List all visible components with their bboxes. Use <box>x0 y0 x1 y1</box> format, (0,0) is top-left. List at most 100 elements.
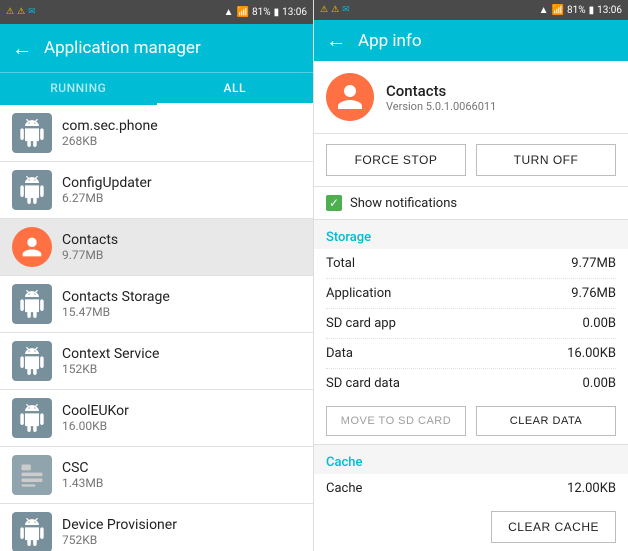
time-left: 13:06 <box>282 7 307 18</box>
app-name-contacts-storage: Contacts Storage <box>62 289 301 305</box>
app-size-phone: 268KB <box>62 134 301 148</box>
left-header-title: Application manager <box>44 38 201 58</box>
left-status-right: ▲ 📶 81% ▮ 13:06 <box>224 7 307 18</box>
turn-off-button[interactable]: TURN OFF <box>476 144 616 176</box>
warning-icon-1: ⚠ <box>6 7 14 17</box>
app-info-phone: com.sec.phone 268KB <box>62 118 301 148</box>
app-icon-phone <box>12 113 52 153</box>
app-detail-version: Version 5.0.1.0066011 <box>386 100 496 113</box>
app-size-contacts-storage: 15.47MB <box>62 305 301 319</box>
storage-label-data: Data <box>326 346 353 361</box>
check-icon: ✓ <box>329 197 339 209</box>
list-item[interactable]: CoolEUKor 16.00KB <box>0 390 313 447</box>
storage-row-sdapp: SD card app 0.00B <box>326 309 616 339</box>
battery-icon: ▮ <box>274 7 280 18</box>
list-item[interactable]: CSC 1.43MB <box>0 447 313 504</box>
notifications-label: Show notifications <box>350 196 457 211</box>
storage-row-app: Application 9.76MB <box>326 279 616 309</box>
app-size-config: 6.27MB <box>62 191 301 205</box>
storage-value-data: 16.00KB <box>567 346 616 361</box>
r-warning-icon-2: ⚠ <box>331 5 339 15</box>
storage-row-total: Total 9.77MB <box>326 249 616 279</box>
app-info-config: ConfigUpdater 6.27MB <box>62 175 301 205</box>
contacts-icon <box>326 73 374 121</box>
app-info-contacts-storage: Contacts Storage 15.47MB <box>62 289 301 319</box>
list-item[interactable]: Contacts Storage 15.47MB <box>0 276 313 333</box>
right-header-title: App info <box>358 31 422 51</box>
wifi-icon: 📶 <box>237 7 249 18</box>
app-detail-name: Contacts <box>386 82 496 100</box>
storage-row-sddata: SD card data 0.00B <box>326 369 616 398</box>
storage-label-total: Total <box>326 256 355 271</box>
list-item[interactable]: Device Provisioner 752KB <box>0 504 313 551</box>
storage-row-data: Data 16.00KB <box>326 339 616 369</box>
cache-label: Cache <box>326 481 362 496</box>
app-name-context: Context Service <box>62 346 301 362</box>
r-time: 13:06 <box>597 5 622 16</box>
app-size-csc: 1.43MB <box>62 476 301 490</box>
right-status-bar: ⚠ ⚠ ✉ ▲ 📶 81% ▮ 13:06 <box>314 0 628 20</box>
left-status-bar: ⚠ ⚠ ✉ ▲ 📶 81% ▮ 13:06 <box>0 0 313 24</box>
r-mail-icon: ✉ <box>342 5 350 15</box>
cache-value: 12.00KB <box>567 481 616 496</box>
app-info-contacts: Contacts 9.77MB <box>62 232 301 262</box>
notifications-row[interactable]: ✓ Show notifications <box>314 187 628 220</box>
tab-running[interactable]: RUNNING <box>0 73 157 105</box>
force-stop-button[interactable]: FORCE STOP <box>326 144 466 176</box>
left-panel: ⚠ ⚠ ✉ ▲ 📶 81% ▮ 13:06 ← Application mana… <box>0 0 314 551</box>
action-buttons: FORCE STOP TURN OFF <box>314 134 628 187</box>
app-name-cool: CoolEUKor <box>62 403 301 419</box>
left-status-icons: ⚠ ⚠ ✉ <box>6 7 36 17</box>
app-icon-context <box>12 341 52 381</box>
notifications-checkbox[interactable]: ✓ <box>326 195 342 211</box>
app-icon-config <box>12 170 52 210</box>
app-list: com.sec.phone 268KB ConfigUpdater 6.27MB <box>0 105 313 551</box>
storage-value-sdapp: 0.00B <box>583 316 616 331</box>
app-size-context: 152KB <box>62 362 301 376</box>
cache-section: Cache 12.00KB <box>314 474 628 503</box>
app-icon-cool <box>12 398 52 438</box>
left-header: ← Application manager <box>0 24 313 72</box>
list-item[interactable]: ConfigUpdater 6.27MB <box>0 162 313 219</box>
right-back-button[interactable]: ← <box>326 28 346 53</box>
battery-percent: 81% <box>252 7 271 18</box>
storage-value-app: 9.76MB <box>571 286 616 301</box>
storage-section-header: Storage <box>314 220 628 249</box>
warning-icon-2: ⚠ <box>17 7 25 17</box>
app-icon-csc <box>12 455 52 495</box>
storage-value-sddata: 0.00B <box>583 376 616 391</box>
r-battery-percent: 81% <box>567 5 586 16</box>
storage-value-total: 9.77MB <box>571 256 616 271</box>
r-battery-icon: ▮ <box>589 5 595 16</box>
storage-label-sdapp: SD card app <box>326 316 396 331</box>
app-info-context: Context Service 152KB <box>62 346 301 376</box>
move-to-sd-button[interactable]: MOVE TO SD CARD <box>326 406 466 436</box>
app-name-csc: CSC <box>62 460 301 476</box>
storage-buttons: MOVE TO SD CARD CLEAR DATA <box>314 398 628 445</box>
storage-section: Total 9.77MB Application 9.76MB SD card … <box>314 249 628 398</box>
app-detail-text: Contacts Version 5.0.1.0066011 <box>386 82 496 113</box>
clear-data-button[interactable]: CLEAR DATA <box>476 406 616 436</box>
right-header: ← App info <box>314 20 628 61</box>
mail-icon: ✉ <box>28 7 36 17</box>
app-size-device-prov: 752KB <box>62 533 301 547</box>
app-icon-contacts <box>12 227 52 267</box>
clear-cache-button[interactable]: CLEAR CACHE <box>491 511 616 543</box>
left-back-button[interactable]: ← <box>12 36 32 61</box>
list-item-contacts[interactable]: Contacts 9.77MB <box>0 219 313 276</box>
right-status-icons: ⚠ ⚠ ✉ <box>320 5 350 15</box>
app-info-csc: CSC 1.43MB <box>62 460 301 490</box>
app-name-contacts: Contacts <box>62 232 301 248</box>
list-item[interactable]: Context Service 152KB <box>0 333 313 390</box>
r-signal-icon: ▲ <box>539 5 549 16</box>
list-item[interactable]: com.sec.phone 268KB <box>0 105 313 162</box>
cache-row: Cache 12.00KB <box>326 474 616 503</box>
right-status-right: ▲ 📶 81% ▮ 13:06 <box>539 5 622 16</box>
left-tabs: RUNNING ALL <box>0 72 313 105</box>
tab-all[interactable]: ALL <box>157 73 314 105</box>
right-panel: ⚠ ⚠ ✉ ▲ 📶 81% ▮ 13:06 ← App info Contact… <box>314 0 628 551</box>
app-icon-device-prov <box>12 512 52 551</box>
app-size-contacts: 9.77MB <box>62 248 301 262</box>
r-warning-icon-1: ⚠ <box>320 5 328 15</box>
storage-label-app: Application <box>326 286 391 301</box>
